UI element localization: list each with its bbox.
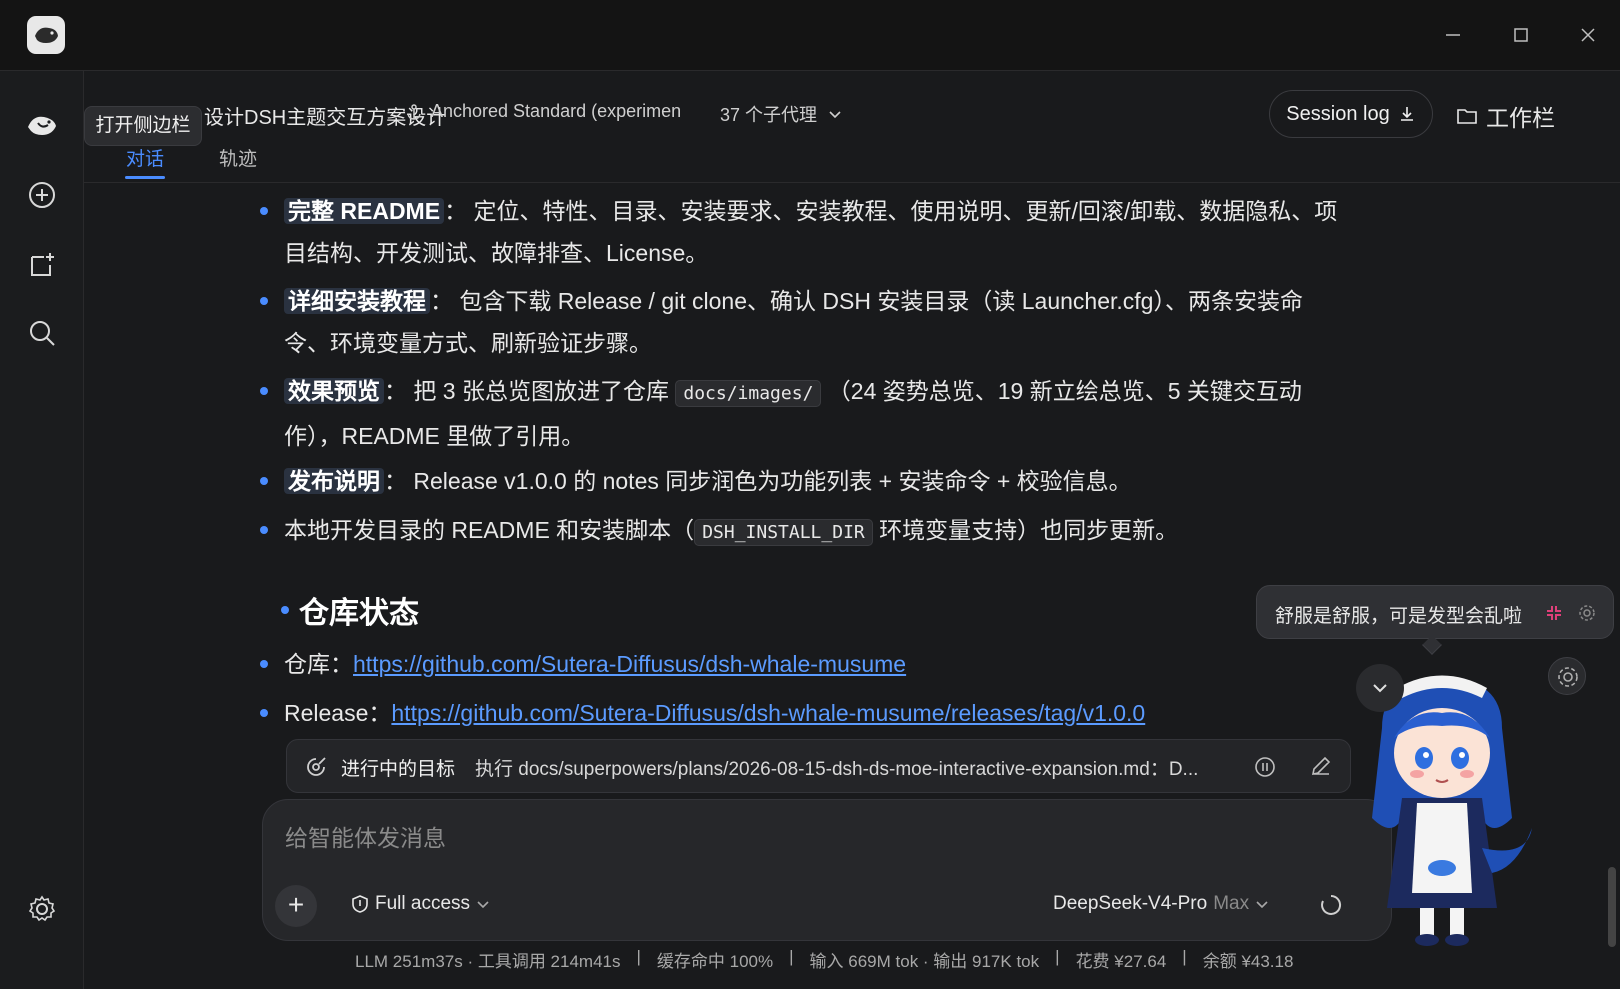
list-item: 详细安装教程： 包含下载 Release / git clone、确认 DSH … xyxy=(260,280,1384,364)
session-log-button[interactable]: Session log xyxy=(1269,90,1433,138)
subagents-dropdown[interactable]: 37 个子代理 xyxy=(720,101,843,127)
item-label: 效果预览 xyxy=(284,378,384,404)
model-tier: Max xyxy=(1213,893,1250,914)
workspace-label: 工作栏 xyxy=(1486,105,1555,131)
tab-chat[interactable]: 对话 xyxy=(126,144,164,171)
model-dropdown[interactable]: DeepSeek-V4-Pro Max xyxy=(1053,893,1269,915)
cache-hit: 缓存命中 100% xyxy=(656,952,774,971)
inline-code: DSH_INSTALL_DIR xyxy=(694,519,873,546)
active-tab-indicator xyxy=(125,176,165,179)
whale-logo-icon[interactable] xyxy=(24,107,60,143)
message-composer: + Full access DeepSeek-V4-Pro Max xyxy=(262,799,1392,941)
download-icon xyxy=(1400,107,1413,121)
tab-trace[interactable]: 轨迹 xyxy=(219,144,257,171)
subagents-label: 37 个子代理 xyxy=(720,105,818,125)
list-item: 效果预览： 把 3 张总览图放进了仓库 docs/images/ （24 姿势总… xyxy=(260,370,1384,457)
anger-mark-icon xyxy=(1547,606,1561,620)
mode-label: Anchored Standard (experimen xyxy=(431,101,682,121)
item-label: 发布说明 xyxy=(284,468,384,494)
goal-target-icon xyxy=(304,755,328,779)
add-attachment-button[interactable]: + xyxy=(275,885,317,927)
mascot-collapse-button[interactable] xyxy=(1356,664,1404,712)
search-icon[interactable] xyxy=(24,315,60,351)
settings-gear-icon[interactable] xyxy=(24,891,60,927)
session-log-label: Session log xyxy=(1286,102,1390,125)
status-bar: LLM 251m37s · 工具调用 214m41s | 缓存命中 100% |… xyxy=(355,947,1294,971)
balance: 余额 ¥43.18 xyxy=(1202,952,1294,971)
chat-content: 完整 README： 定位、特性、目录、安装要求、安装教程、使用说明、更新/回滚… xyxy=(84,184,1620,744)
sidebar-tooltip: 打开侧边栏 xyxy=(84,106,202,146)
access-label: Full access xyxy=(375,893,471,914)
loading-spinner-icon xyxy=(1319,893,1343,917)
speech-text: 舒服是舒服，可是发型会乱啦 xyxy=(1275,606,1523,627)
list-item: Release：https://github.com/Sutera-Diffus… xyxy=(260,692,1384,734)
chevron-down-icon xyxy=(829,111,841,119)
list-item: 完整 README： 定位、特性、目录、安装要求、安装教程、使用说明、更新/回滚… xyxy=(260,190,1384,274)
shield-icon xyxy=(352,895,368,913)
chevron-down-icon xyxy=(1256,901,1268,909)
folder-icon xyxy=(1457,109,1477,124)
model-name: DeepSeek-V4-Pro xyxy=(1053,893,1208,914)
message-input[interactable] xyxy=(285,818,1285,858)
inline-code: docs/images/ xyxy=(675,380,822,407)
chat-header: 设计DSH主题交互方案设计 Anchored Standard (experim… xyxy=(84,71,1620,183)
repo-link[interactable]: https://github.com/Sutera-Diffusus/dsh-w… xyxy=(353,651,906,677)
item-label: 完整 README xyxy=(284,198,445,224)
title-bar xyxy=(0,0,1620,71)
chevron-down-icon xyxy=(477,901,489,909)
scrollbar[interactable] xyxy=(1608,867,1616,947)
workspace-button[interactable]: 工作栏 xyxy=(1456,99,1555,133)
active-goal-bar[interactable]: 进行中的目标 执行 docs/superpowers/plans/2026-08… xyxy=(286,739,1351,793)
new-chat-icon[interactable] xyxy=(24,177,60,213)
access-level-dropdown[interactable]: Full access xyxy=(351,893,490,915)
mascot-settings-icon[interactable] xyxy=(1548,657,1586,695)
llm-time: LLM 251m37s · 工具调用 214m41s xyxy=(355,952,621,971)
list-item: 本地开发目录的 README 和安装脚本（ DSH_INSTALL_DIR 环境变… xyxy=(260,509,1384,554)
item-label: 详细安装教程 xyxy=(284,288,430,314)
section-heading: 仓库状态 xyxy=(281,588,419,632)
app-logo-icon xyxy=(27,16,65,54)
new-project-icon[interactable] xyxy=(24,247,60,283)
release-link[interactable]: https://github.com/Sutera-Diffusus/dsh-w… xyxy=(391,700,1145,726)
sidebar xyxy=(0,71,84,989)
minimize-icon[interactable] xyxy=(1438,20,1468,50)
mode-selector[interactable]: Anchored Standard (experimen xyxy=(405,101,681,122)
goal-label: 进行中的目标 xyxy=(341,759,456,780)
list-item: 仓库：https://github.com/Sutera-Diffusus/ds… xyxy=(260,643,1384,685)
edit-icon[interactable] xyxy=(1309,754,1333,778)
pause-icon[interactable] xyxy=(1253,755,1277,779)
list-item: 发布说明： Release v1.0.0 的 notes 同步润色为功能列表 +… xyxy=(260,460,1384,502)
token-usage: 输入 669M tok · 输出 917K tok xyxy=(809,952,1040,971)
cost: 花费 ¥27.64 xyxy=(1075,952,1167,971)
goal-text: 执行 docs/superpowers/plans/2026-08-15-dsh… xyxy=(475,759,1199,780)
mascot-speech-bubble: 舒服是舒服，可是发型会乱啦 xyxy=(1256,585,1614,655)
speech-settings-icon[interactable] xyxy=(1577,603,1597,623)
anchor-icon xyxy=(407,103,421,120)
maximize-icon[interactable] xyxy=(1506,20,1536,50)
close-icon[interactable] xyxy=(1573,20,1603,50)
